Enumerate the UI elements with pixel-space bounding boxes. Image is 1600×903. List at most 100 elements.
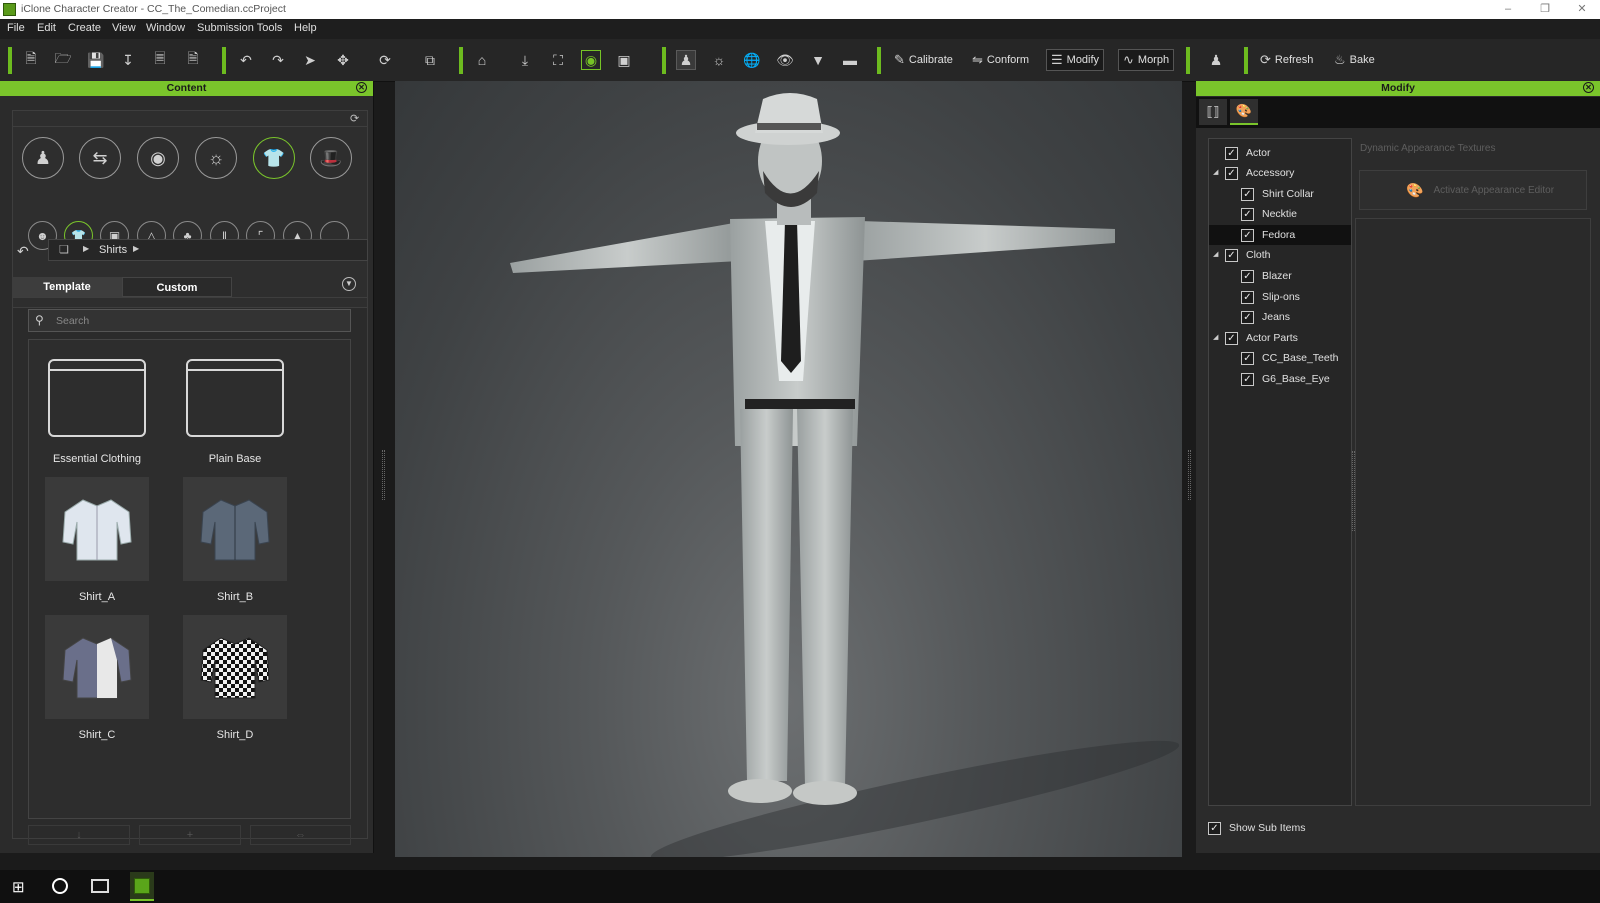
minimize-button[interactable]: – bbox=[1490, 2, 1526, 17]
home-icon[interactable]: ⌂ bbox=[472, 50, 492, 70]
checkbox-icon[interactable]: ✓ bbox=[1241, 310, 1254, 324]
restore-button[interactable]: ❐ bbox=[1527, 2, 1563, 17]
skin-category-icon[interactable]: ◉ bbox=[137, 137, 179, 179]
shirt-c-thumbnail[interactable] bbox=[45, 615, 149, 719]
menu-create[interactable]: Create bbox=[68, 22, 101, 34]
head-icon[interactable]: ☼ bbox=[709, 50, 729, 70]
checkbox-icon[interactable]: ✓ bbox=[1208, 821, 1221, 835]
character-category-icon[interactable]: ♟ bbox=[22, 137, 64, 179]
refresh-icon[interactable]: ⟳ bbox=[350, 112, 359, 125]
cortana-search-icon[interactable] bbox=[52, 878, 68, 894]
expand-icon[interactable]: ◢ bbox=[1213, 333, 1218, 341]
tab-appearance[interactable]: 🎨 bbox=[1230, 99, 1258, 125]
menu-view[interactable]: View bbox=[112, 22, 136, 34]
menu-window[interactable]: Window bbox=[146, 22, 185, 34]
checkbox-icon[interactable]: ✓ bbox=[1241, 207, 1254, 221]
modify-splitter[interactable] bbox=[1352, 451, 1355, 531]
checkbox-icon[interactable]: ✓ bbox=[1225, 248, 1238, 262]
folder-icon[interactable] bbox=[186, 359, 284, 437]
scale-icon[interactable]: ⧉ bbox=[420, 50, 440, 70]
checkbox-icon[interactable]: ✓ bbox=[1225, 331, 1238, 345]
swap-icon[interactable]: ⇔ bbox=[250, 825, 351, 845]
expand-icon[interactable]: ◢ bbox=[1213, 250, 1218, 258]
refresh-button[interactable]: ⟳ Refresh bbox=[1256, 49, 1317, 71]
morph-shape-icon[interactable]: ▼ bbox=[808, 50, 828, 70]
tree-row-blazer[interactable]: ✓ Blazer bbox=[1241, 266, 1351, 286]
tree-row-accessory[interactable]: ✓ Accessory bbox=[1225, 163, 1351, 183]
close-button[interactable]: ✕ bbox=[1564, 2, 1600, 17]
tree-row-actor[interactable]: ✓ Actor bbox=[1225, 143, 1351, 163]
checkbox-icon[interactable]: ✓ bbox=[1241, 269, 1254, 283]
checkbox-icon[interactable]: ✓ bbox=[1241, 290, 1254, 304]
tree-row-cc-base-teeth[interactable]: ✓ CC_Base_Teeth bbox=[1241, 348, 1351, 368]
shirt-d-thumbnail[interactable] bbox=[183, 615, 287, 719]
checkbox-icon[interactable]: ✓ bbox=[1225, 166, 1238, 180]
undo-icon[interactable]: ↶ bbox=[236, 50, 256, 70]
camera-view-icon[interactable]: ◉ bbox=[581, 50, 601, 70]
task-view-icon[interactable] bbox=[91, 879, 109, 893]
checkbox-icon[interactable]: ✓ bbox=[1241, 351, 1254, 365]
tree-row-actor-parts[interactable]: ✓ Actor Parts bbox=[1225, 328, 1351, 348]
show-sub-items-toggle[interactable]: ✓ Show Sub Items bbox=[1208, 818, 1408, 838]
search-input[interactable]: ⚲ Search bbox=[28, 309, 351, 332]
eye-icon[interactable]: 👁 bbox=[775, 50, 795, 70]
tree-row-fedora[interactable]: ✓ Fedora bbox=[1209, 225, 1351, 245]
frame-icon[interactable]: ⛶ bbox=[548, 50, 568, 70]
tab-custom[interactable]: Custom bbox=[122, 277, 232, 297]
conform-button[interactable]: ⇋ Conform bbox=[968, 49, 1033, 71]
tab-attach[interactable]: ⟦⟧ bbox=[1199, 99, 1227, 125]
export-icon[interactable]: ↧ bbox=[118, 50, 138, 70]
3d-viewport[interactable] bbox=[395, 81, 1182, 857]
windows-start-icon[interactable]: ⊞ bbox=[12, 878, 25, 896]
accessory-category-icon[interactable]: 🎩 bbox=[310, 137, 352, 179]
morph-button[interactable]: ∿ Morph bbox=[1118, 49, 1175, 71]
tree-row-jeans[interactable]: ✓ Jeans bbox=[1241, 307, 1351, 327]
save-icon[interactable]: 💾 bbox=[86, 50, 106, 70]
checkbox-icon[interactable]: ✓ bbox=[1241, 228, 1254, 242]
checkbox-icon[interactable]: ✓ bbox=[1225, 146, 1238, 160]
close-panel-icon[interactable]: ✕ bbox=[1583, 82, 1594, 93]
shirt-b-thumbnail[interactable] bbox=[183, 477, 287, 581]
motion-category-icon[interactable]: ⇆ bbox=[79, 137, 121, 179]
tree-row-slip-ons[interactable]: ✓ Slip-ons bbox=[1241, 287, 1351, 307]
right-splitter[interactable] bbox=[1188, 450, 1191, 500]
import-icon[interactable]: 🗏 bbox=[150, 50, 170, 70]
chevron-down-icon[interactable]: ▼ bbox=[342, 277, 356, 291]
new-file-icon[interactable]: 🗎 bbox=[21, 50, 41, 70]
move-icon[interactable]: ✥ bbox=[333, 50, 353, 70]
add-icon[interactable]: + bbox=[139, 825, 241, 845]
folder-icon[interactable] bbox=[48, 359, 146, 437]
body-icon[interactable]: ♟ bbox=[676, 50, 696, 70]
tree-row-g6-base-eye[interactable]: ✓ G6_Base_Eye bbox=[1241, 369, 1351, 389]
library-icon[interactable]: ❏ bbox=[59, 243, 69, 256]
render-mode-icon[interactable]: ▣ bbox=[614, 50, 634, 70]
clothing-category-icon[interactable]: 👕 bbox=[253, 137, 295, 179]
close-panel-icon[interactable]: ✕ bbox=[356, 82, 367, 93]
head-category-icon[interactable]: ☼ bbox=[195, 137, 237, 179]
select-arrow-icon[interactable]: ➤ bbox=[300, 50, 320, 70]
globe-icon[interactable]: 🌐 bbox=[742, 50, 762, 70]
menu-help[interactable]: Help bbox=[294, 22, 317, 34]
iclone-taskbar-icon[interactable] bbox=[130, 872, 154, 901]
back-icon[interactable]: ↶ bbox=[17, 243, 29, 260]
bake-button[interactable]: ♨ Bake bbox=[1330, 49, 1379, 71]
pose-icon[interactable]: ♟ bbox=[1206, 50, 1226, 70]
modify-button[interactable]: ☰ Modify bbox=[1046, 49, 1105, 71]
fit-down-icon[interactable]: ⤓ bbox=[515, 50, 535, 70]
menu-submission-tools[interactable]: Submission Tools bbox=[197, 22, 282, 34]
tree-row-shirt-collar[interactable]: ✓ Shirt Collar bbox=[1241, 184, 1351, 204]
download-icon[interactable]: ↓ bbox=[28, 825, 130, 845]
checkbox-icon[interactable]: ✓ bbox=[1241, 187, 1254, 201]
layer-icon[interactable]: ▬ bbox=[840, 50, 860, 70]
breadcrumb-shirts[interactable]: Shirts bbox=[99, 244, 127, 256]
activate-appearance-editor-button[interactable]: 🎨 Activate Appearance Editor bbox=[1359, 170, 1587, 210]
menu-file[interactable]: File bbox=[7, 22, 25, 34]
tree-row-necktie[interactable]: ✓ Necktie bbox=[1241, 204, 1351, 224]
scene-icon[interactable]: 🗎 bbox=[183, 50, 203, 70]
open-folder-icon[interactable]: 🗁 bbox=[53, 50, 73, 70]
left-splitter[interactable] bbox=[382, 450, 385, 500]
checkbox-icon[interactable]: ✓ bbox=[1241, 372, 1254, 386]
expand-icon[interactable]: ◢ bbox=[1213, 168, 1218, 176]
calibrate-button[interactable]: ✎ Calibrate bbox=[890, 49, 957, 71]
tree-row-cloth[interactable]: ✓ Cloth bbox=[1225, 245, 1351, 265]
